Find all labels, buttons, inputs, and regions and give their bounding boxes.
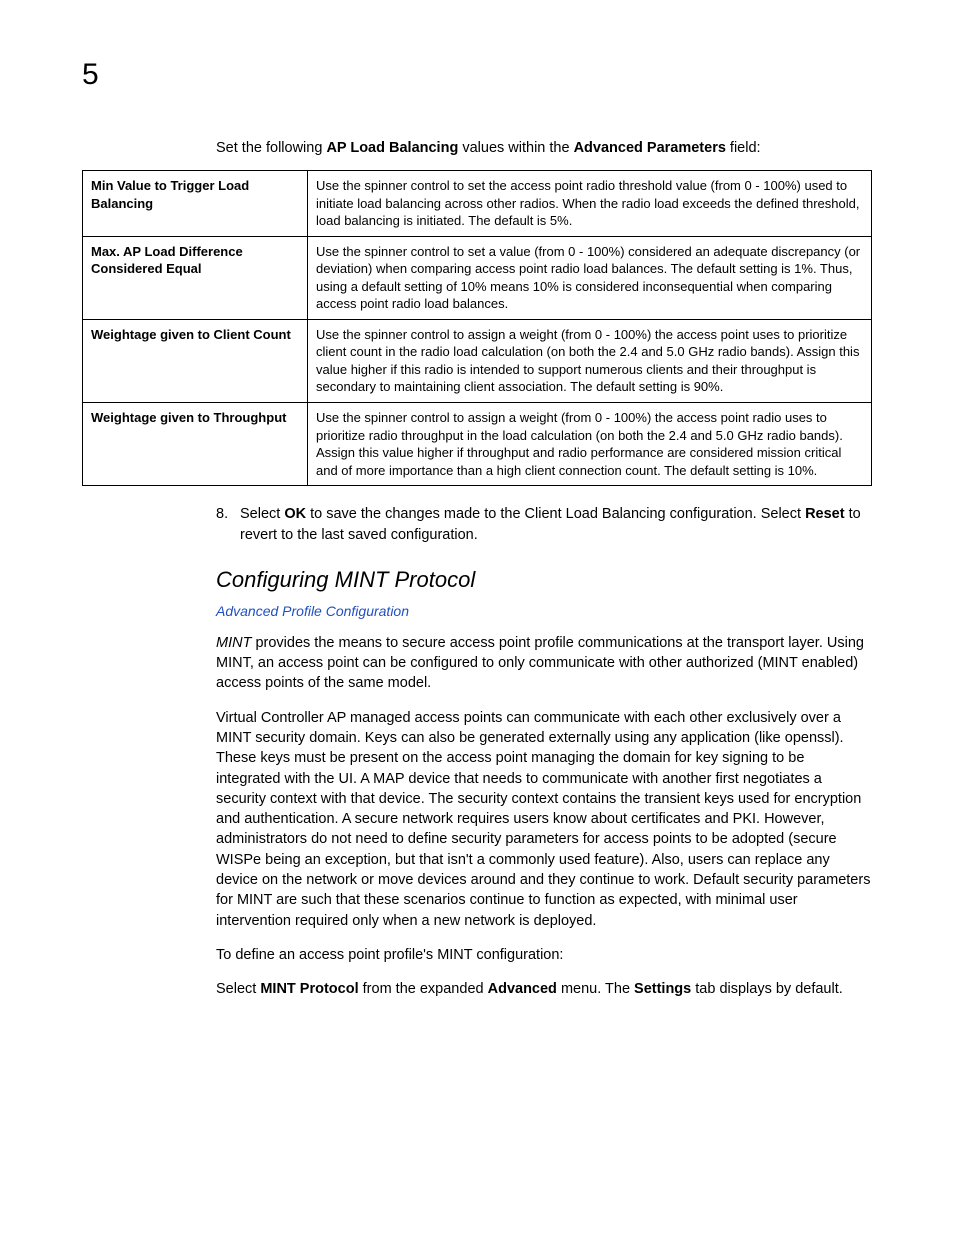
paragraph: Select MINT Protocol from the expanded A… — [216, 979, 872, 999]
para-text: provides the means to secure access poin… — [216, 635, 864, 692]
table-row: Max. AP Load Difference Considered Equal… — [83, 236, 872, 319]
param-name: Max. AP Load Difference Considered Equal — [83, 236, 308, 319]
paragraph: To define an access point profile's MINT… — [216, 945, 872, 965]
page-content: Set the following AP Load Balancing valu… — [82, 140, 872, 1014]
param-desc: Use the spinner control to assign a weig… — [308, 403, 872, 486]
para-text: from the expanded — [359, 981, 488, 997]
table-row: Min Value to Trigger Load Balancing Use … — [83, 171, 872, 237]
page-number: 5 — [82, 58, 99, 92]
section-heading: Configuring MINT Protocol — [216, 567, 872, 593]
step-text: Select — [240, 506, 284, 522]
param-desc: Use the spinner control to assign a weig… — [308, 319, 872, 402]
para-text: menu. The — [557, 981, 634, 997]
intro-suffix: field: — [726, 140, 761, 156]
table-row: Weightage given to Throughput Use the sp… — [83, 403, 872, 486]
reset-label: Reset — [805, 506, 845, 522]
step-8: 8. Select OK to save the changes made to… — [216, 504, 872, 545]
mint-protocol-label: MINT Protocol — [260, 981, 358, 997]
intro-prefix: Set the following — [216, 140, 326, 156]
param-desc: Use the spinner control to set the acces… — [308, 171, 872, 237]
advanced-profile-config-link[interactable]: Advanced Profile Configuration — [216, 603, 872, 619]
intro-bold-1: AP Load Balancing — [326, 140, 458, 156]
param-name: Weightage given to Client Count — [83, 319, 308, 402]
intro-mid: values within the — [458, 140, 573, 156]
paragraph: Virtual Controller AP managed access poi… — [216, 708, 872, 931]
intro-line: Set the following AP Load Balancing valu… — [216, 140, 872, 156]
step-body: Select OK to save the changes made to th… — [240, 504, 872, 545]
ok-label: OK — [284, 506, 306, 522]
param-desc: Use the spinner control to set a value (… — [308, 236, 872, 319]
step-text: to save the changes made to the Client L… — [306, 506, 805, 522]
para-text: Select — [216, 981, 260, 997]
settings-label: Settings — [634, 981, 691, 997]
table-row: Weightage given to Client Count Use the … — [83, 319, 872, 402]
advanced-label: Advanced — [488, 981, 557, 997]
para-text: tab displays by default. — [691, 981, 843, 997]
param-table: Min Value to Trigger Load Balancing Use … — [82, 170, 872, 486]
mint-term: MINT — [216, 635, 251, 651]
param-name: Weightage given to Throughput — [83, 403, 308, 486]
param-name: Min Value to Trigger Load Balancing — [83, 171, 308, 237]
intro-bold-2: Advanced Parameters — [574, 140, 726, 156]
step-number: 8. — [216, 504, 240, 545]
paragraph: MINT provides the means to secure access… — [216, 633, 872, 694]
